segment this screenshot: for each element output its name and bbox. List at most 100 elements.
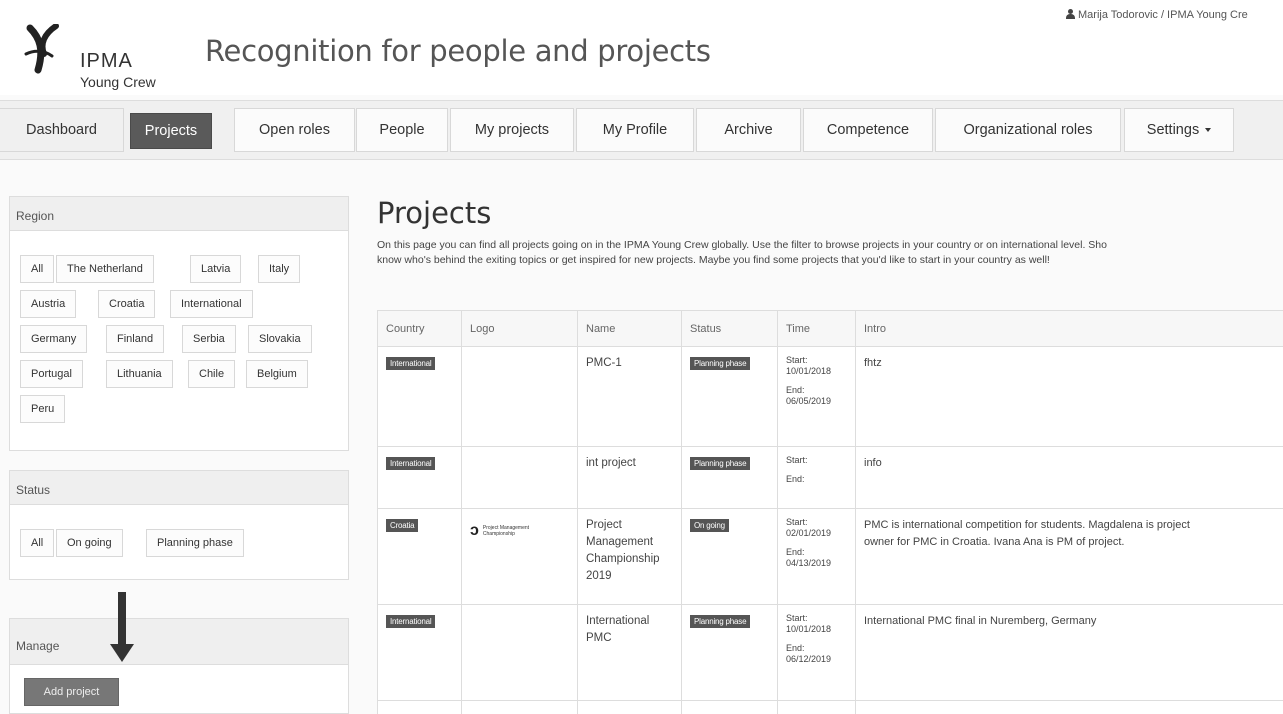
start-label: Start: [786,517,808,527]
region-chip-serbia[interactable]: Serbia [182,325,236,353]
region-chip-chile[interactable]: Chile [188,360,236,388]
region-chip-netherland[interactable]: The Netherland [56,255,154,283]
logo-cell [462,347,578,446]
region-chip-italy[interactable]: Italy [258,255,301,283]
region-chip-slovakia[interactable]: Slovakia [248,325,312,353]
intro-cell: info [856,447,1283,508]
region-chip-all[interactable]: All [20,255,55,283]
status-chip-planning-phase[interactable]: Planning phase [146,529,244,557]
region-chip-peru[interactable]: Peru [20,395,66,423]
end-label: End: [786,385,805,395]
col-header-intro[interactable]: Intro [856,311,1283,347]
region-chip-belgium[interactable]: Belgium [246,360,308,388]
page-description: On this page you can find all projects g… [377,238,1277,268]
projects-table: Country Logo Name Status Time Intro Inte… [377,310,1283,714]
intro-text-line-1: PMC is international competition for stu… [864,519,1190,531]
status-badge: Planning phase [690,615,751,628]
region-chip-austria[interactable]: Austria [20,290,77,318]
logo-cell: ↄ Project Management Championship [462,509,578,604]
country-badge: International [386,357,436,370]
pmc-logo-mark-icon: ↄ [470,522,479,539]
region-chip-lithuania[interactable]: Lithuania [106,360,173,388]
tab-people[interactable]: People [356,108,448,152]
logo-cell [462,447,578,508]
status-chip-on-going[interactable]: On going [56,529,123,557]
table-row[interactable]: International International PMC Planning… [378,605,1283,701]
pmc-logo: ↄ Project Management Championship [470,523,577,539]
country-badge: Croatia [386,519,419,532]
region-chip-croatia[interactable]: Croatia [98,290,156,318]
region-chip-international[interactable]: International [170,290,253,318]
table-row[interactable]: International PMC-1 Planning phase Start… [378,347,1283,447]
annotation-arrow-down-icon [110,644,134,662]
app-title: Recognition for people and projects [205,34,711,68]
end-label: End: [786,643,805,653]
start-date: 10/01/2018 [786,624,832,634]
region-chip-germany[interactable]: Germany [20,325,88,353]
start-label: Start: [786,455,808,465]
end-date: 06/05/2019 [786,396,832,406]
end-label: End: [786,547,805,557]
intro-text: International PMC final in Nuremberg, Ge… [864,615,1097,627]
start-date: 10/01/2018 [786,366,832,376]
user-icon [1066,9,1075,19]
project-name[interactable]: International PMC [578,605,682,700]
end-date: 04/13/2019 [786,558,832,568]
status-badge: Planning phase [690,357,751,370]
intro-cell: International PMC final in Nuremberg, Ge… [856,605,1283,700]
tab-archive[interactable]: Archive [696,108,801,152]
start-date: 02/01/2019 [786,528,832,538]
end-date: 06/12/2019 [786,654,832,664]
status-filter-panel: Status All On going Planning phase [9,470,349,580]
col-header-logo[interactable]: Logo [462,311,578,347]
project-name[interactable]: PMC-1 [578,347,682,446]
time-cell: Start: 02/01/2019 End: 04/13/2019 [778,509,856,604]
project-name[interactable]: Project Management Championship 2019 [578,509,682,604]
time-cell: Start: 10/01/2018 End: 06/05/2019 [778,347,856,446]
country-badge: International [386,615,436,628]
tab-open-roles[interactable]: Open roles [234,108,355,152]
logo-mark-icon [24,24,59,74]
col-header-time[interactable]: Time [778,311,856,347]
end-label: End: [786,474,805,484]
tab-my-profile[interactable]: My Profile [576,108,694,152]
region-chip-finland[interactable]: Finland [106,325,165,353]
app-header: IPMA Young Crew Recognition for people a… [0,0,1283,95]
table-row-partial [378,701,1283,714]
page-description-line-1: On this page you can find all projects g… [377,239,1107,251]
page-title: Projects [377,196,492,230]
col-header-name[interactable]: Name [578,311,682,347]
region-chip-latvia[interactable]: Latvia [190,255,242,283]
col-header-status[interactable]: Status [682,311,778,347]
table-row[interactable]: Croatia ↄ Project Management Championshi… [378,509,1283,605]
logo-young-crew-text: Young Crew [80,74,156,90]
start-label: Start: [786,613,808,623]
caret-down-icon [1205,128,1212,132]
add-project-button[interactable]: Add project [24,678,119,706]
tab-competence[interactable]: Competence [803,108,933,152]
project-name[interactable]: int project [578,447,682,508]
tab-organizational-roles[interactable]: Organizational roles [935,108,1121,152]
logo-cell [462,605,578,700]
pmc-logo-text: Project Management Championship [482,525,530,537]
ipma-logo[interactable]: IPMA Young Crew [22,24,182,94]
status-chip-all[interactable]: All [20,529,55,557]
user-menu[interactable]: Marija Todorovic / IPMA Young Cre [1066,9,1248,21]
time-cell: Start: End: [778,447,856,508]
intro-text: fhtz [864,357,882,369]
region-filter-panel: Region All The Netherland Latvia Italy A… [9,196,349,451]
user-name: Marija Todorovic / IPMA Young Cre [1078,9,1248,21]
intro-text-line-2: owner for PMC in Croatia. Ivana Ana is P… [864,536,1125,548]
time-cell: Start: 10/01/2018 End: 06/12/2019 [778,605,856,700]
intro-cell: fhtz [856,347,1283,446]
col-header-country[interactable]: Country [378,311,462,347]
status-badge: On going [690,519,729,532]
tab-settings[interactable]: Settings [1124,108,1234,152]
tab-my-projects[interactable]: My projects [450,108,574,152]
tab-projects[interactable]: Projects [130,113,212,149]
table-row[interactable]: International int project Planning phase… [378,447,1283,509]
country-badge: International [386,457,436,470]
region-chip-portugal[interactable]: Portugal [20,360,83,388]
page-description-line-2: know who's behind the exiting topics or … [377,254,1050,266]
tab-dashboard[interactable]: Dashboard [0,108,124,152]
